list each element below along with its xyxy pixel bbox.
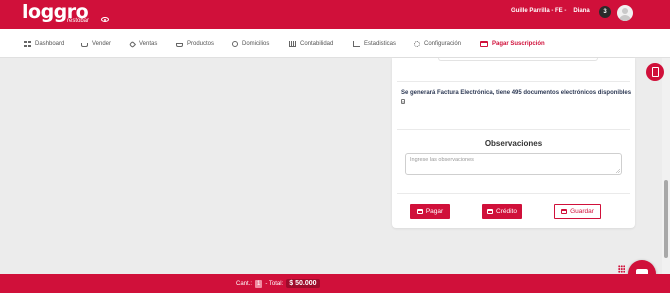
total-label: - Total: [265,280,284,287]
dots-grid-icon[interactable] [618,265,625,273]
observations-title: Observaciones [484,139,543,148]
top-bar: loggro restobar Guille Parrilla - FE - Di… [0,0,670,29]
avatar[interactable] [617,5,633,21]
divider [397,193,630,194]
nav-item-domicilios[interactable]: Domicilios [232,39,269,49]
chart-line-icon [353,41,360,47]
basket-icon [176,43,183,47]
observations-input[interactable] [405,153,622,175]
nav-item-label: Ventas [139,41,158,47]
credit-card-icon [480,41,488,47]
bank-icon [289,41,296,47]
save-icon [561,209,568,214]
resize-grip-icon[interactable] [616,169,620,173]
grid-icon [24,41,31,47]
nav-item-label: Productos [187,41,215,47]
user-name: Guille Parrilla - FE - [511,8,567,14]
bike-icon [232,41,238,47]
nav-item-label: Pagar Suscripción [492,41,545,47]
scrollbar-thumb[interactable] [664,180,668,258]
save-button[interactable]: Guardar [554,204,601,219]
divider [397,129,630,130]
credit-button-label: Crédito [496,208,517,215]
tag-icon [128,40,137,48]
quantity-badge: 1 [255,279,263,288]
notification-badge[interactable]: 3 [599,6,611,18]
invoice-document-icon[interactable] [646,63,664,81]
divider [397,81,630,82]
user-info: Guille Parrilla - FE - Diana [511,8,590,14]
nav-item-estadisticas[interactable]: Estadisticas [353,39,396,49]
document-icon [401,99,405,104]
electronic-invoice-message: Se generará Factura Electrónica, tiene 4… [401,90,632,96]
main-navigation: Dashboard Vender Ventas Productos Domici… [0,29,670,58]
credit-card-icon [487,209,494,214]
nav-item-label: Contabilidad [300,41,334,47]
cart-icon [81,42,88,47]
nav-item-contabilidad[interactable]: Contabilidad [289,39,333,49]
user-role: Diana [573,8,590,14]
credit-card-icon [416,209,423,214]
brand-logo-subtitle: restobar [67,18,90,24]
save-button-label: Guardar [570,208,594,215]
nav-item-dashboard[interactable]: Dashboard [24,39,64,49]
nav-item-ventas[interactable]: Ventas [128,39,158,49]
nav-item-label: Estadisticas [364,41,397,47]
pay-button[interactable]: Pagar [410,204,450,219]
panel-section-edge [438,58,598,61]
nav-item-configuracion[interactable]: Configuración [414,39,461,49]
nav-item-label: Dashboard [35,41,65,47]
eye-icon[interactable] [101,17,109,22]
nav-item-label: Vender [92,41,112,47]
gear-icon [414,41,420,47]
quantity-label: Cant.: [236,280,253,287]
credit-button[interactable]: Crédito [482,204,522,219]
total-badge[interactable]: $ 50.000 [286,279,320,288]
nav-item-label: Domicilios [242,41,270,47]
pay-button-label: Pagar [425,208,444,215]
order-summary-footer: Cant.: 1 - Total: $ 50.000 [0,274,670,293]
nav-item-vender[interactable]: Vender [81,39,111,49]
nav-item-productos[interactable]: Productos [176,39,214,49]
nav-item-pagar-suscripcion[interactable]: Pagar Suscripción [480,39,545,49]
nav-item-label: Configuración [424,41,462,47]
